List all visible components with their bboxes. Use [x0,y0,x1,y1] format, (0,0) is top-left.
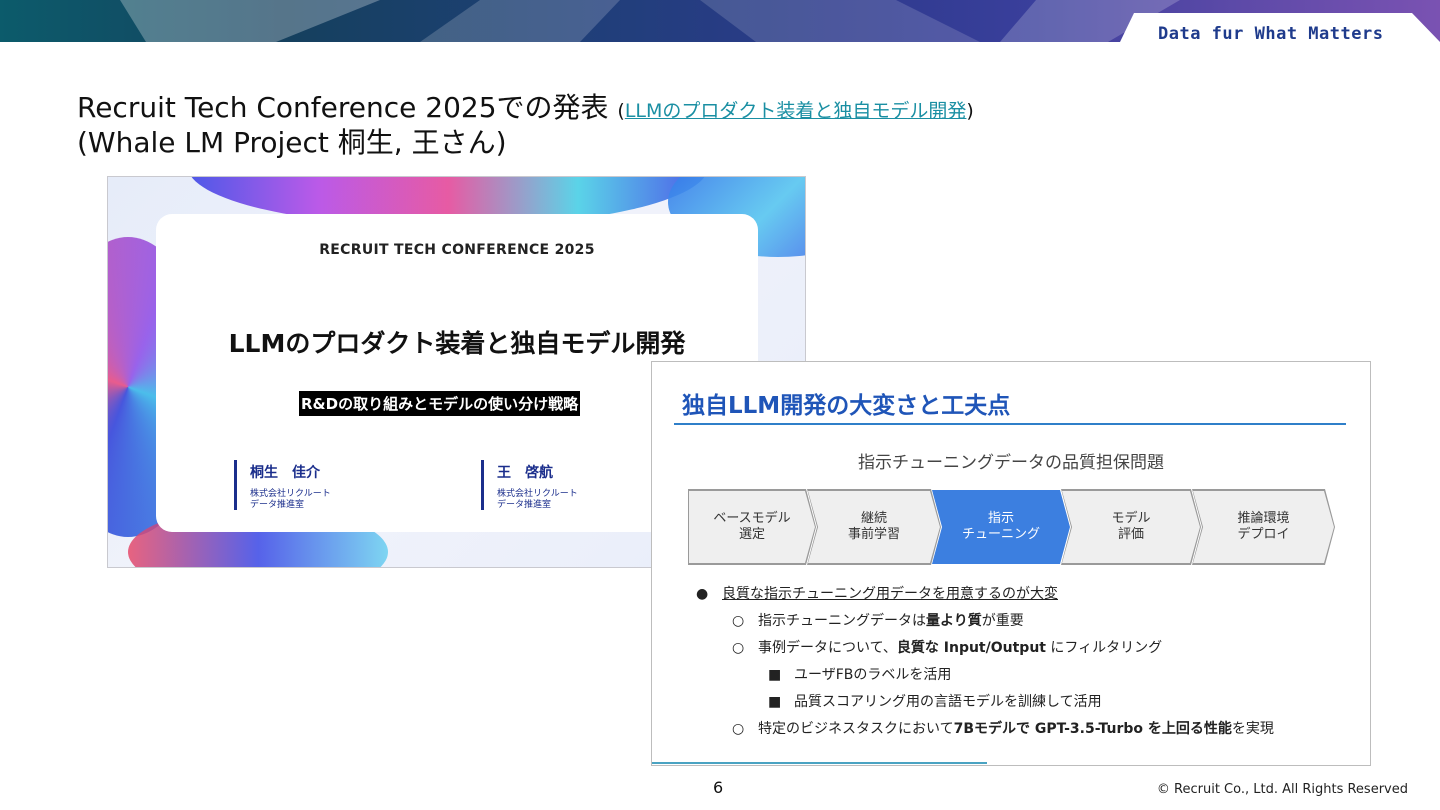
brand-tagline: Data fur What Matters [1158,24,1384,44]
detail-subtitle: 指示チューニングデータの品質担保問題 [858,453,1164,473]
bullet-mark: ○ [732,613,745,629]
process-step-pretraining: 継続 事前学習 [808,491,940,563]
bullet-3: ○ 事例データについて、良質な Input/Output にフィルタリング [732,637,1162,657]
copyright: © Recruit Co., Ltd. All Rights Reserved [1156,782,1408,797]
bullet-text: が重要 [981,613,1024,629]
bullet-text: 事例データについて、 [758,640,897,656]
paren-open: ( [617,100,625,122]
page-number: 6 [713,778,724,797]
bullet-mark: ■ [768,667,782,683]
detail-title: 独自LLM開発の大変さと工夫点 [682,393,1011,419]
banner-facet [120,0,380,42]
speaker-1: 桐生 佳介 株式会社リクルート データ推進室 [234,460,331,510]
bullet-mark: ○ [732,640,745,656]
speaker-org: 株式会社リクルート データ推進室 [250,489,331,510]
speaker-org: 株式会社リクルート データ推進室 [497,489,578,510]
bullet-text: 品質スコアリング用の言語モデルを訓練して活用 [794,694,1102,710]
page-subtitle: (Whale LM Project 桐生, 王さん) [77,126,507,159]
process-step-instruction-tuning: 指示 チューニング [932,490,1070,564]
speaker-name: 王 啓航 [497,465,553,481]
bullet-text: にフィルタリング [1045,640,1163,656]
bullet-emphasis: 量より質 [926,613,982,629]
bullet-6: ○ 特定のビジネスタスクにおいて7Bモデルで GPT-3.5-Turbo を上回る… [732,718,1274,738]
talk-link[interactable]: LLMのプロダクト装着と独自モデル開発 [625,100,967,122]
banner-facet [420,0,620,42]
bullet-text: 指示チューニングデータは [758,613,926,629]
bullet-emphasis: 7Bモデルで GPT-3.5-Turbo を上回る性能 [953,721,1232,737]
process-step-base-model: ベースモデル 選定 [689,491,815,563]
bullet-emphasis: 良質な Input/Output [896,640,1046,656]
cover-subtitle: R&Dの取り組みとモデルの使い分け戦略 [299,391,581,416]
process-step-deploy: 推論環境 デプロイ [1193,491,1334,563]
talk-link-wrapper: (LLMのプロダクト装着と独自モデル開発) [617,100,973,122]
detail-slide-image: 独自LLM開発の大変さと工夫点 指示チューニングデータの品質担保問題 ベースモデ… [651,361,1371,766]
paren-close: ) [966,100,974,122]
title-rule [674,423,1346,425]
speaker-name: 桐生 佳介 [250,465,320,481]
bullet-mark: ○ [732,721,745,737]
slide-footer-rule [652,762,987,764]
bullet-text: 特定のビジネスタスクにおいて [758,721,954,737]
process-step-evaluation: モデル 評価 [1062,491,1200,563]
banner-facet [700,0,980,42]
bullet-text: 良質な指示チューニング用データを用意するのが大変 [722,586,1058,602]
bullet-mark: ● [696,586,709,602]
page-title: Recruit Tech Conference 2025での発表 (LLMのプロ… [77,86,974,126]
speaker-2: 王 啓航 株式会社リクルート データ推進室 [481,460,578,510]
bullet-mark: ■ [768,694,782,710]
bullet-1: ● 良質な指示チューニング用データを用意するのが大変 [696,583,1058,603]
bullet-5: ■ 品質スコアリング用の言語モデルを訓練して活用 [768,691,1102,711]
bullet-text: を実現 [1231,721,1274,737]
conference-name: RECRUIT TECH CONFERENCE 2025 [319,242,595,258]
title-main: Recruit Tech Conference 2025での発表 [77,91,609,124]
cover-title: LLMのプロダクト装着と独自モデル開発 [228,329,686,358]
bullet-text: ユーザFBのラベルを活用 [794,667,952,683]
bullet-2: ○ 指示チューニングデータは量より質が重要 [732,610,1024,630]
bullet-4: ■ ユーザFBのラベルを活用 [768,664,951,684]
